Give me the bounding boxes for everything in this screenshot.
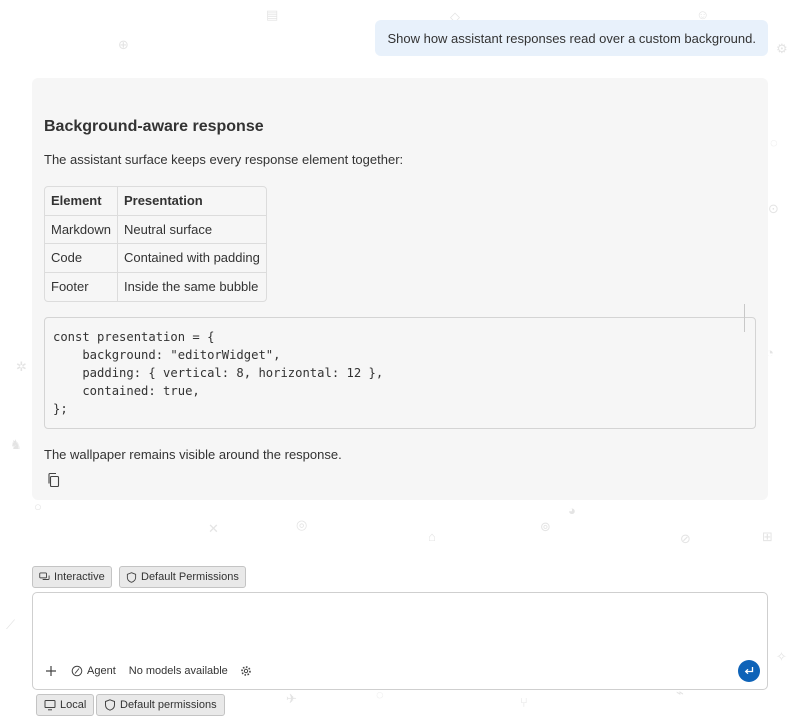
wallpaper-doodle-icon: ⊞ bbox=[762, 529, 773, 544]
shield-icon bbox=[105, 699, 115, 711]
chat-bubbles-icon bbox=[39, 571, 50, 580]
table-row: Footer Inside the same bubble bbox=[45, 272, 266, 301]
response-outro: The wallpaper remains visible around the… bbox=[44, 447, 342, 462]
user-message: Show how assistant responses read over a… bbox=[375, 20, 768, 56]
table-row: Markdown Neutral surface bbox=[45, 215, 266, 244]
table-header-row: Element Presentation bbox=[45, 187, 266, 216]
table-cell: Footer bbox=[45, 272, 118, 301]
code-line: contained: true, bbox=[53, 384, 200, 398]
agent-mode-label: Agent bbox=[87, 665, 116, 677]
local-session-chip[interactable]: Local bbox=[36, 694, 95, 716]
code-line: background: "editorWidget", bbox=[53, 348, 281, 362]
table-cell: Neutral surface bbox=[117, 216, 266, 244]
code-scroll-indicator bbox=[744, 304, 745, 332]
table-cell: Markdown bbox=[45, 215, 118, 244]
table-cell: Contained with padding bbox=[117, 244, 266, 273]
shield-icon bbox=[126, 571, 137, 583]
interactive-mode-label: Interactive bbox=[54, 571, 105, 583]
plus-icon bbox=[46, 666, 56, 676]
response-table: Element Presentation Markdown Neutral su… bbox=[44, 186, 267, 302]
wallpaper-doodle-icon: ○ bbox=[34, 499, 42, 514]
table-header: Presentation bbox=[117, 187, 266, 216]
table-header: Element bbox=[45, 187, 118, 216]
wallpaper-doodle-icon: ♞ bbox=[10, 437, 22, 452]
wallpaper-doodle-icon: ⚙ bbox=[776, 41, 788, 56]
session-permissions-chip[interactable]: Default permissions bbox=[96, 694, 225, 716]
table-cell: Inside the same bubble bbox=[123, 279, 259, 295]
code-line: const presentation = { bbox=[53, 330, 215, 344]
wallpaper-doodle-icon: ◌ bbox=[770, 135, 778, 150]
send-button[interactable] bbox=[738, 660, 760, 682]
table-row: Code Contained with padding bbox=[45, 244, 266, 273]
monitor-icon bbox=[44, 700, 56, 711]
agent-icon bbox=[71, 665, 83, 677]
tools-settings-button[interactable] bbox=[240, 665, 252, 677]
wallpaper-doodle-icon: ◎ bbox=[296, 517, 308, 532]
code-block[interactable]: const presentation = { background: "edit… bbox=[44, 304, 756, 429]
assistant-response: Background-aware response The assistant … bbox=[32, 78, 768, 500]
local-session-label: Local bbox=[60, 699, 87, 711]
wallpaper-doodle-icon: ✧ bbox=[776, 649, 787, 664]
interactive-mode-chip[interactable]: Interactive bbox=[32, 566, 112, 588]
wallpaper-doodle-icon: ▤ bbox=[266, 7, 279, 22]
wallpaper-doodle-icon: ⊘ bbox=[680, 531, 691, 546]
wallpaper-doodle-icon: ⊚ bbox=[540, 519, 551, 534]
wallpaper-doodle-icon: ⊕ bbox=[118, 37, 129, 52]
wallpaper-doodle-icon: ⑂ bbox=[520, 695, 528, 710]
wallpaper-doodle-icon: ⊙ bbox=[768, 201, 779, 216]
response-intro: The assistant surface keeps every respon… bbox=[44, 152, 404, 167]
wallpaper-doodle-icon: ✕ bbox=[208, 521, 219, 536]
copy-icon bbox=[48, 472, 60, 488]
wallpaper-doodle-icon: ⟋ bbox=[6, 617, 16, 632]
model-picker[interactable]: No models available bbox=[129, 665, 228, 677]
code-line: padding: { vertical: 8, horizontal: 12 }… bbox=[53, 366, 384, 380]
message-input[interactable] bbox=[43, 601, 757, 657]
wallpaper-doodle-icon: ✈ bbox=[286, 691, 297, 706]
table-cell: Code bbox=[45, 244, 118, 273]
agent-mode-button[interactable]: Agent bbox=[71, 665, 116, 677]
session-permissions-label: Default permissions bbox=[120, 699, 217, 711]
default-permissions-chip[interactable]: Default Permissions bbox=[119, 566, 246, 588]
response-title: Background-aware response bbox=[44, 118, 264, 135]
wallpaper-doodle-icon: ⌂ bbox=[428, 529, 436, 544]
add-attachment-button[interactable] bbox=[45, 665, 57, 677]
code-line: }; bbox=[53, 402, 68, 416]
code-content: const presentation = { background: "edit… bbox=[53, 328, 747, 418]
composer-toolbar: Agent No models available bbox=[43, 661, 759, 681]
default-permissions-label: Default Permissions bbox=[141, 571, 239, 583]
user-message-text: Show how assistant responses read over a… bbox=[387, 30, 756, 46]
wallpaper-doodle-icon: ✲ bbox=[16, 359, 27, 374]
message-composer: Agent No models available bbox=[32, 592, 768, 690]
copy-button[interactable] bbox=[46, 472, 64, 490]
wallpaper-doodle-icon: ◕ bbox=[568, 503, 576, 518]
enter-arrow-icon bbox=[744, 667, 754, 675]
gear-icon bbox=[241, 666, 251, 676]
model-picker-label: No models available bbox=[128, 665, 228, 677]
